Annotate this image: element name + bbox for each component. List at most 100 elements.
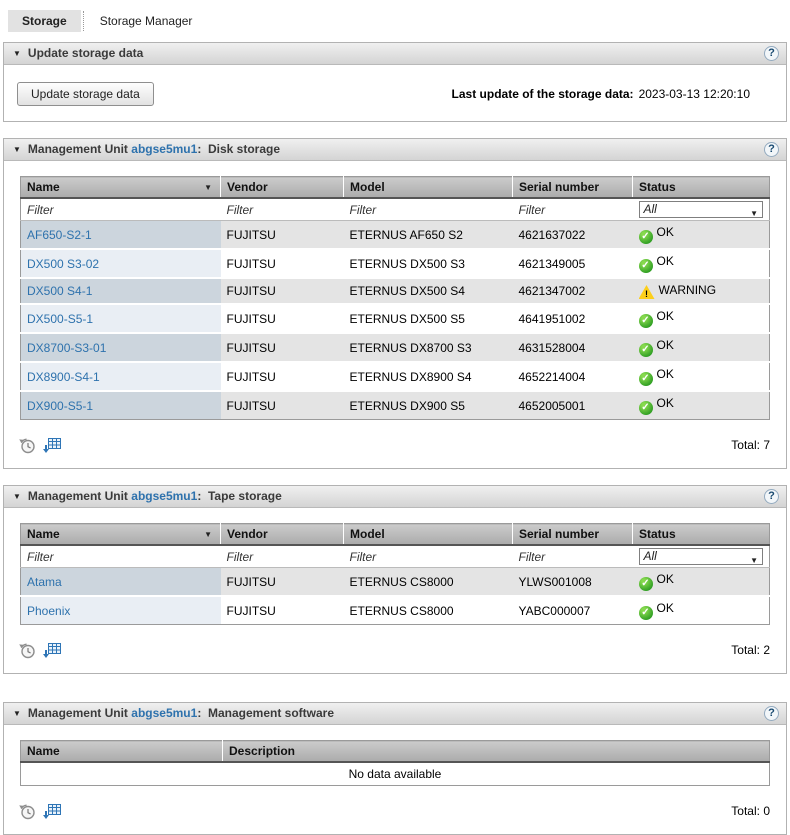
warning-status-icon: ! (639, 285, 655, 299)
model-cell: ETERNUS DX500 S3 (344, 249, 513, 278)
management-software-table-wrap: Name Description No data available (4, 725, 786, 794)
storage-name-link[interactable]: Phoenix (27, 604, 70, 618)
status-filter-select[interactable]: All▼ (639, 548, 764, 565)
vendor-cell: FUJITSU (221, 391, 344, 420)
export-table-icon[interactable] (43, 437, 62, 454)
management-unit-link[interactable]: abgse5mu1 (131, 142, 197, 156)
filter-input-model[interactable]: Filter (344, 198, 513, 221)
tape-storage-panel: ▼Management Unit abgse5mu1: Tape storage… (3, 485, 787, 674)
model-cell: ETERNUS AF650 S2 (344, 221, 513, 250)
column-header-name[interactable]: Name▼ (21, 177, 221, 199)
ok-status-icon: ✓ (639, 343, 653, 357)
help-icon[interactable]: ? (764, 142, 779, 157)
panel-title-prefix: Management Unit (28, 489, 128, 503)
column-header-model[interactable]: Model (344, 524, 513, 546)
name-cell: AF650-S2-1 (21, 221, 221, 250)
storage-name-link[interactable]: DX500 S3-02 (27, 257, 99, 271)
filter-cell-status: All▼ (633, 198, 770, 221)
storage-name-link[interactable]: DX900-S5-1 (27, 399, 93, 413)
vendor-cell: FUJITSU (221, 249, 344, 278)
name-cell: DX500 S3-02 (21, 249, 221, 278)
table-row: DX500-S5-1FUJITSUETERNUS DX500 S54641951… (21, 304, 770, 333)
filter-cell-status: All▼ (633, 545, 770, 568)
filter-input-name[interactable]: Filter (21, 198, 221, 221)
history-icon[interactable] (18, 436, 36, 454)
panel-title-prefix: Management Unit (28, 706, 128, 720)
management-unit-link[interactable]: abgse5mu1 (131, 489, 197, 503)
vendor-cell: FUJITSU (221, 596, 344, 625)
column-header-status[interactable]: Status (633, 177, 770, 199)
storage-name-link[interactable]: AF650-S2-1 (27, 228, 92, 242)
column-header-status[interactable]: Status (633, 524, 770, 546)
filter-input-vendor[interactable]: Filter (221, 545, 344, 568)
total-count: Total: 0 (731, 804, 770, 818)
collapse-icon[interactable]: ▼ (13, 486, 21, 507)
tab-storage[interactable]: Storage (8, 10, 81, 32)
filter-input-serial[interactable]: Filter (513, 198, 633, 221)
export-table-icon[interactable] (43, 803, 62, 820)
tab-separator (83, 11, 84, 31)
update-storage-panel-body: Update storage data Last update of the s… (4, 65, 786, 121)
column-header-name[interactable]: Name (21, 741, 223, 763)
tab-storage-manager[interactable]: Storage Manager (86, 10, 207, 32)
storage-name-link[interactable]: DX8900-S4-1 (27, 370, 100, 384)
export-table-icon[interactable] (43, 642, 62, 659)
vendor-cell: FUJITSU (221, 333, 344, 362)
name-cell: DX900-S5-1 (21, 391, 221, 420)
collapse-icon[interactable]: ▼ (13, 139, 21, 160)
column-header-serial[interactable]: Serial number (513, 524, 633, 546)
collapse-icon[interactable]: ▼ (13, 703, 21, 724)
tape-storage-panel-header[interactable]: ▼Management Unit abgse5mu1: Tape storage… (4, 486, 786, 508)
history-icon[interactable] (18, 641, 36, 659)
model-cell: ETERNUS CS8000 (344, 568, 513, 597)
column-header-vendor[interactable]: Vendor (221, 177, 344, 199)
tape-storage-table: Name▼ Vendor Model Serial number Status … (20, 523, 770, 625)
vendor-cell: FUJITSU (221, 278, 344, 304)
storage-name-link[interactable]: Atama (27, 575, 62, 589)
dropdown-arrow-icon: ▼ (750, 553, 758, 568)
storage-name-link[interactable]: DX500 S4-1 (27, 284, 92, 298)
sort-desc-icon[interactable]: ▼ (204, 530, 212, 539)
collapse-icon[interactable]: ▼ (13, 43, 21, 64)
vendor-cell: FUJITSU (221, 362, 344, 391)
column-header-serial[interactable]: Serial number (513, 177, 633, 199)
update-storage-data-button[interactable]: Update storage data (17, 82, 154, 106)
filter-input-model[interactable]: Filter (344, 545, 513, 568)
sort-desc-icon[interactable]: ▼ (204, 183, 212, 192)
storage-name-link[interactable]: DX8700-S3-01 (27, 341, 106, 355)
column-header-model[interactable]: Model (344, 177, 513, 199)
filter-input-vendor[interactable]: Filter (221, 198, 344, 221)
column-header-vendor[interactable]: Vendor (221, 524, 344, 546)
name-cell: DX500-S5-1 (21, 304, 221, 333)
vendor-cell: FUJITSU (221, 568, 344, 597)
management-unit-link[interactable]: abgse5mu1 (131, 706, 197, 720)
table-row: AtamaFUJITSUETERNUS CS8000YLWS001008✓OK (21, 568, 770, 597)
disk-storage-table: Name▼ Vendor Model Serial number Status … (20, 176, 770, 420)
column-header-description[interactable]: Description (223, 741, 770, 763)
disk-storage-panel-header[interactable]: ▼Management Unit abgse5mu1: Disk storage… (4, 139, 786, 161)
panel-title-separator: : (197, 706, 201, 720)
tape-storage-table-wrap: Name▼ Vendor Model Serial number Status … (4, 508, 786, 633)
tape-storage-table-footer: Total: 2 (4, 633, 786, 673)
table-row: PhoenixFUJITSUETERNUS CS8000YABC000007✓O… (21, 596, 770, 625)
history-icon[interactable] (18, 802, 36, 820)
storage-name-link[interactable]: DX500-S5-1 (27, 312, 93, 326)
serial-cell: YABC000007 (513, 596, 633, 625)
filter-input-serial[interactable]: Filter (513, 545, 633, 568)
dropdown-arrow-icon: ▼ (750, 206, 758, 221)
column-header-name[interactable]: Name▼ (21, 524, 221, 546)
no-data-message: No data available (21, 762, 770, 786)
model-cell: ETERNUS DX8700 S3 (344, 333, 513, 362)
status-filter-select[interactable]: All▼ (639, 201, 764, 218)
help-icon[interactable]: ? (764, 706, 779, 721)
panel-title-separator: : (197, 489, 201, 503)
table-row: DX8900-S4-1FUJITSUETERNUS DX8900 S446522… (21, 362, 770, 391)
update-storage-panel-header[interactable]: ▼Update storage data ? (4, 43, 786, 65)
help-icon[interactable]: ? (764, 489, 779, 504)
ok-status-icon: ✓ (639, 372, 653, 386)
help-icon[interactable]: ? (764, 46, 779, 61)
filter-input-name[interactable]: Filter (21, 545, 221, 568)
management-software-panel-header[interactable]: ▼Management Unit abgse5mu1: Management s… (4, 703, 786, 725)
model-cell: ETERNUS DX500 S4 (344, 278, 513, 304)
update-storage-panel: ▼Update storage data ? Update storage da… (3, 42, 787, 122)
